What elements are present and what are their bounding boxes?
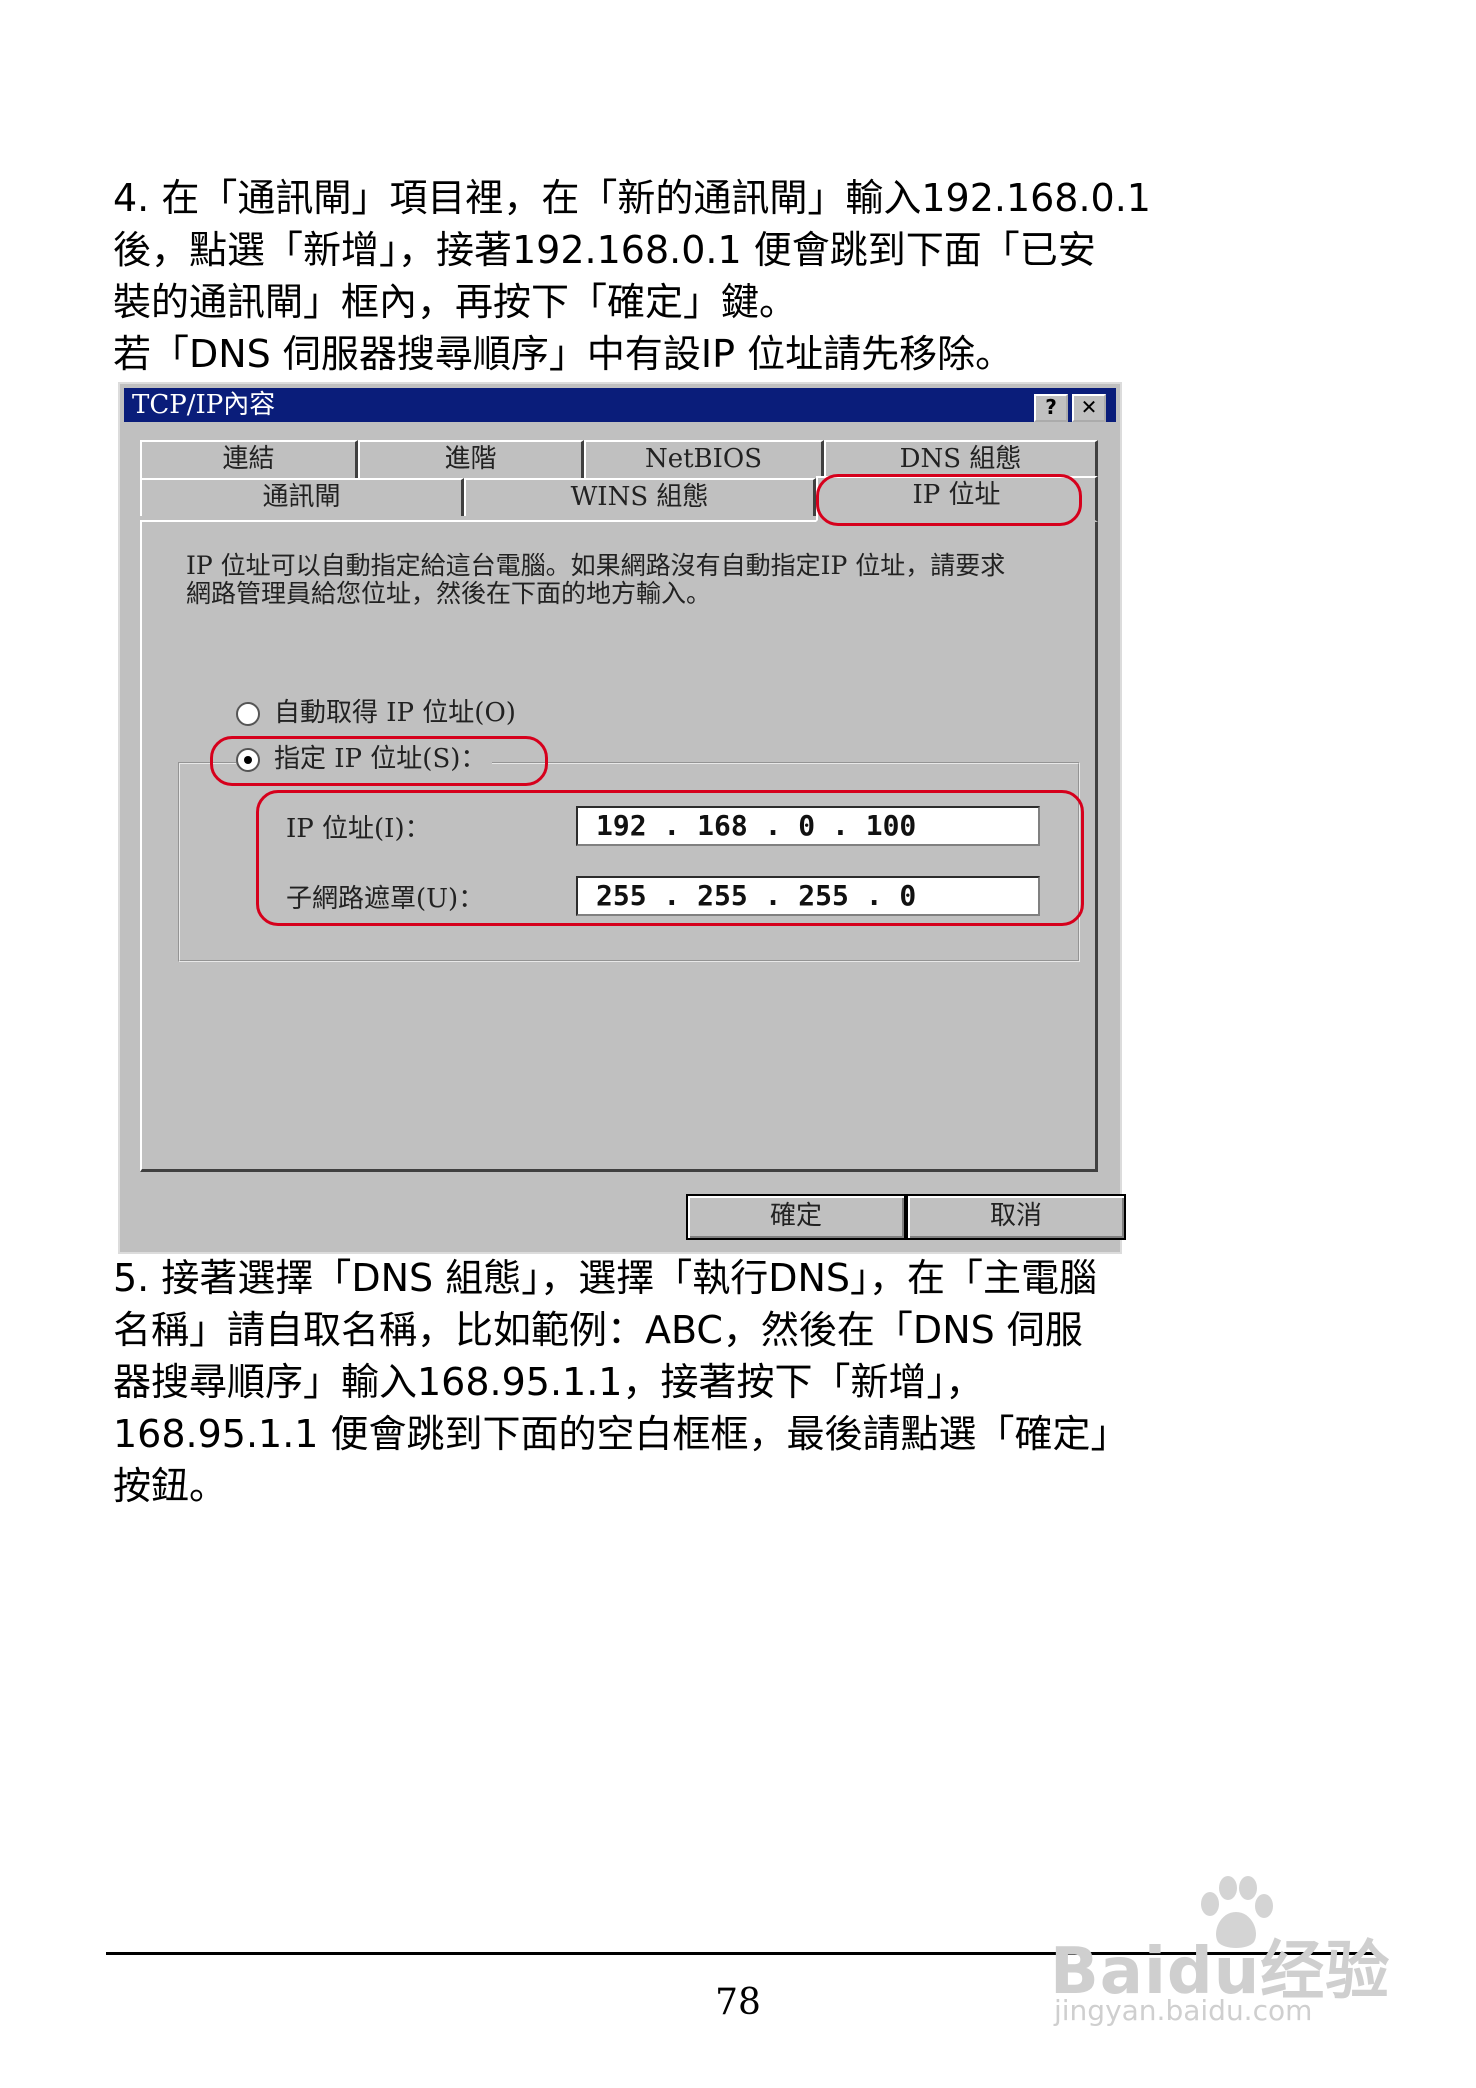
step-4-line: 若「DNS 伺服器搜尋順序」中有設IP 位址請先移除。 — [113, 332, 1014, 376]
cancel-button[interactable]: 取消 — [906, 1194, 1126, 1240]
step-5-line: 器搜尋順序」輸入168.95.1.1，接著按下「新增」， — [113, 1360, 984, 1404]
step-5-line: 名稱」請自取名稱，比如範例：ABC，然後在「DNS 伺服 — [113, 1308, 1083, 1352]
radio-auto-ip[interactable]: 自動取得 IP 位址(O) — [236, 698, 516, 728]
step-5-paragraph: 5. 接著選擇「DNS 組態」，選擇「執行DNS」，在「主電腦 名稱」請自取名稱… — [113, 1252, 1203, 1512]
ip-tab-highlight — [816, 474, 1082, 526]
close-button[interactable]: ✕ — [1072, 394, 1106, 422]
tab-connection[interactable]: 連結 — [140, 440, 358, 478]
tab-gateway[interactable]: 通訊閘 — [140, 478, 464, 516]
tab-wins-config[interactable]: WINS 組態 — [464, 478, 816, 516]
step-4-line: 後，點選「新增」，接著192.168.0.1 便會跳到下面「已安 — [113, 228, 1096, 272]
step-5-line: 168.95.1.1 便會跳到下面的空白框框，最後請點選「確定」 — [113, 1412, 1129, 1456]
watermark-domain: jingyan.baidu.com — [1054, 1994, 1313, 2027]
ip-fields-highlight — [256, 790, 1084, 926]
help-button[interactable]: ? — [1034, 394, 1068, 422]
tab-dns-config[interactable]: DNS 組態 — [824, 440, 1098, 478]
dialog-title-bar: TCP/IP內容 ? ✕ — [124, 388, 1116, 422]
ip-description: IP 位址可以自動指定給這台電腦。如果網路沒有自動指定IP 位址，請要求網路管理… — [186, 551, 1006, 608]
step-5-line: 按鈕。 — [113, 1464, 228, 1508]
step-4-paragraph: 4. 在「通訊閘」項目裡，在「新的通訊閘」輸入192.168.0.1 後，點選「… — [113, 172, 1203, 380]
radio-auto-ip-label: 自動取得 IP 位址(O) — [274, 698, 516, 728]
step-5-line: 5. 接著選擇「DNS 組態」，選擇「執行DNS」，在「主電腦 — [113, 1256, 1098, 1300]
step-4-line: 4. 在「通訊閘」項目裡，在「新的通訊閘」輸入192.168.0.1 — [113, 176, 1151, 220]
tcpip-properties-dialog: TCP/IP內容 ? ✕ 連結 進階 NetBIOS DNS 組態 通訊閘 WI… — [118, 382, 1126, 1254]
dialog-title: TCP/IP內容 — [132, 390, 276, 420]
tab-netbios[interactable]: NetBIOS — [584, 440, 824, 478]
manual-ip-highlight — [210, 736, 548, 786]
tab-advanced[interactable]: 進階 — [358, 440, 584, 478]
step-4-line: 裝的通訊閘」框內，再按下「確定」鍵。 — [113, 280, 798, 324]
ok-button[interactable]: 確定 — [686, 1194, 906, 1240]
radio-unchecked-icon — [236, 702, 260, 726]
